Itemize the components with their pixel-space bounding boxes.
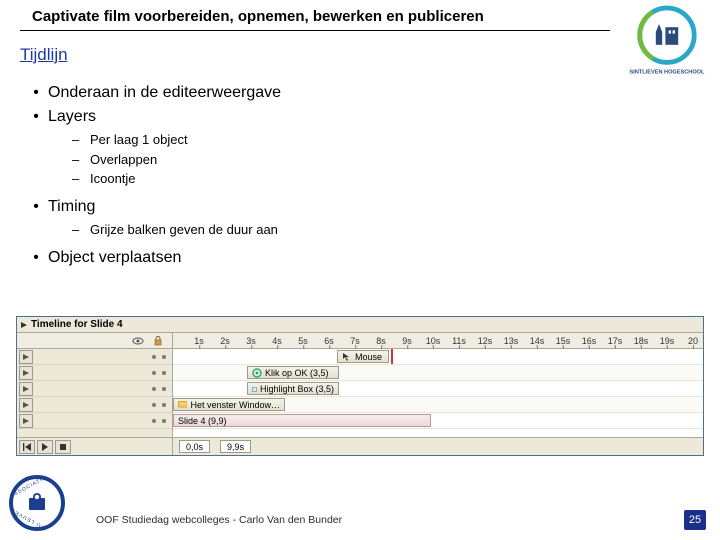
bullet-layers: Layers	[48, 108, 96, 125]
svg-text:SINTLIEVEN HOGESCHOOL: SINTLIEVEN HOGESCHOOL	[630, 70, 705, 76]
ruler-tick: 16s	[582, 333, 597, 349]
content-body: Onderaan in de editeerweergave Layers Pe…	[24, 82, 680, 271]
caption-icon	[178, 400, 187, 410]
layer-expand-icon[interactable]	[19, 366, 33, 380]
bullet-onderaan: Onderaan in de editeerweergave	[48, 84, 281, 101]
track-row[interactable]: Highlight Box (3,5)	[173, 381, 703, 397]
ruler-tick: 20	[688, 333, 698, 349]
page-number: 25	[684, 510, 706, 530]
layer-expand-icon[interactable]	[19, 414, 33, 428]
ruler-tick: 8s	[376, 333, 386, 349]
bullet-object-verplaatsen: Object verplaatsen	[48, 249, 181, 266]
layer-row[interactable]	[17, 349, 172, 365]
timeline-track-area[interactable]: 1s 2s 3s 4s 5s 6s 7s 8s 9s 10s 11s 12s 1…	[173, 333, 703, 437]
layer-row[interactable]	[17, 413, 172, 429]
clip-window[interactable]: Het venster Window…	[173, 398, 285, 411]
ruler-tick: 6s	[324, 333, 334, 349]
collapse-arrow-icon[interactable]	[21, 322, 27, 328]
layer-row[interactable]	[17, 365, 172, 381]
clip-click[interactable]: Klik op OK (3,5)	[247, 366, 339, 379]
clip-slide[interactable]: Slide 4 (9,9)	[173, 414, 431, 427]
lock-icon[interactable]	[152, 335, 164, 347]
sub-per-laag: Per laag 1 object	[90, 132, 188, 147]
layer-expand-icon[interactable]	[19, 382, 33, 396]
ruler-tick: 2s	[220, 333, 230, 349]
time-total: 9,9s	[220, 440, 251, 453]
header-logo: SINTLIEVEN HOGESCHOOL	[626, 0, 708, 80]
timeline-panel: Timeline for Slide 4	[16, 316, 704, 456]
timeline-titlebar[interactable]: Timeline for Slide 4	[17, 317, 703, 333]
footer-text: OOF Studiedag webcolleges - Carlo Van de…	[96, 514, 342, 526]
time-current: 0,0s	[179, 440, 210, 453]
sub-overlappen: Overlappen	[90, 152, 157, 167]
ruler-tick: 7s	[350, 333, 360, 349]
clip-highlight[interactable]: Highlight Box (3,5)	[247, 382, 339, 395]
timeline-title: Timeline for Slide 4	[31, 319, 123, 330]
ruler-tick: 19s	[660, 333, 675, 349]
ruler-tick: 4s	[272, 333, 282, 349]
layer-row[interactable]	[17, 397, 172, 413]
playhead[interactable]	[391, 349, 393, 364]
ruler-tick: 14s	[530, 333, 545, 349]
track-row[interactable]: Mouse	[173, 349, 703, 365]
timeline-layer-list	[17, 333, 173, 437]
timeline-footer: 0,0s 9,9s	[17, 437, 703, 455]
ruler-tick: 10s	[426, 333, 441, 349]
ruler-tick: 18s	[634, 333, 649, 349]
target-icon	[252, 368, 262, 378]
layer-row[interactable]	[17, 381, 172, 397]
clip-mouse[interactable]: Mouse	[337, 350, 389, 363]
ruler-tick: 5s	[298, 333, 308, 349]
track-row[interactable]: Klik op OK (3,5)	[173, 365, 703, 381]
play-button[interactable]	[37, 440, 53, 454]
track-row[interactable]: Slide 4 (9,9)	[173, 413, 703, 429]
rewind-button[interactable]	[19, 440, 35, 454]
footer-logo: ASSOCIATIE K.U.LEUVEN	[6, 472, 68, 534]
sub-grijze-balken: Grijze balken geven de duur aan	[90, 222, 278, 237]
sub-icoontje: Icoontje	[90, 171, 136, 186]
header-title: Captivate film voorbereiden, opnemen, be…	[32, 8, 484, 25]
ruler-tick: 17s	[608, 333, 623, 349]
header-rule	[20, 30, 610, 31]
eye-icon[interactable]	[132, 335, 144, 347]
layer-expand-icon[interactable]	[19, 398, 33, 412]
highlight-icon	[252, 384, 257, 394]
ruler-tick: 3s	[246, 333, 256, 349]
section-title: Tijdlijn	[20, 45, 68, 65]
ruler-tick: 1s	[194, 333, 204, 349]
stop-button[interactable]	[55, 440, 71, 454]
ruler-tick: 11s	[452, 333, 466, 349]
timeline-ruler[interactable]: 1s 2s 3s 4s 5s 6s 7s 8s 9s 10s 11s 12s 1…	[173, 333, 703, 349]
mouse-icon	[342, 352, 352, 362]
ruler-tick: 12s	[478, 333, 493, 349]
ruler-tick: 13s	[504, 333, 519, 349]
track-row[interactable]: Het venster Window…	[173, 397, 703, 413]
bullet-timing: Timing	[48, 198, 95, 215]
ruler-tick: 15s	[556, 333, 571, 349]
ruler-tick: 9s	[402, 333, 412, 349]
layer-expand-icon[interactable]	[19, 350, 33, 364]
